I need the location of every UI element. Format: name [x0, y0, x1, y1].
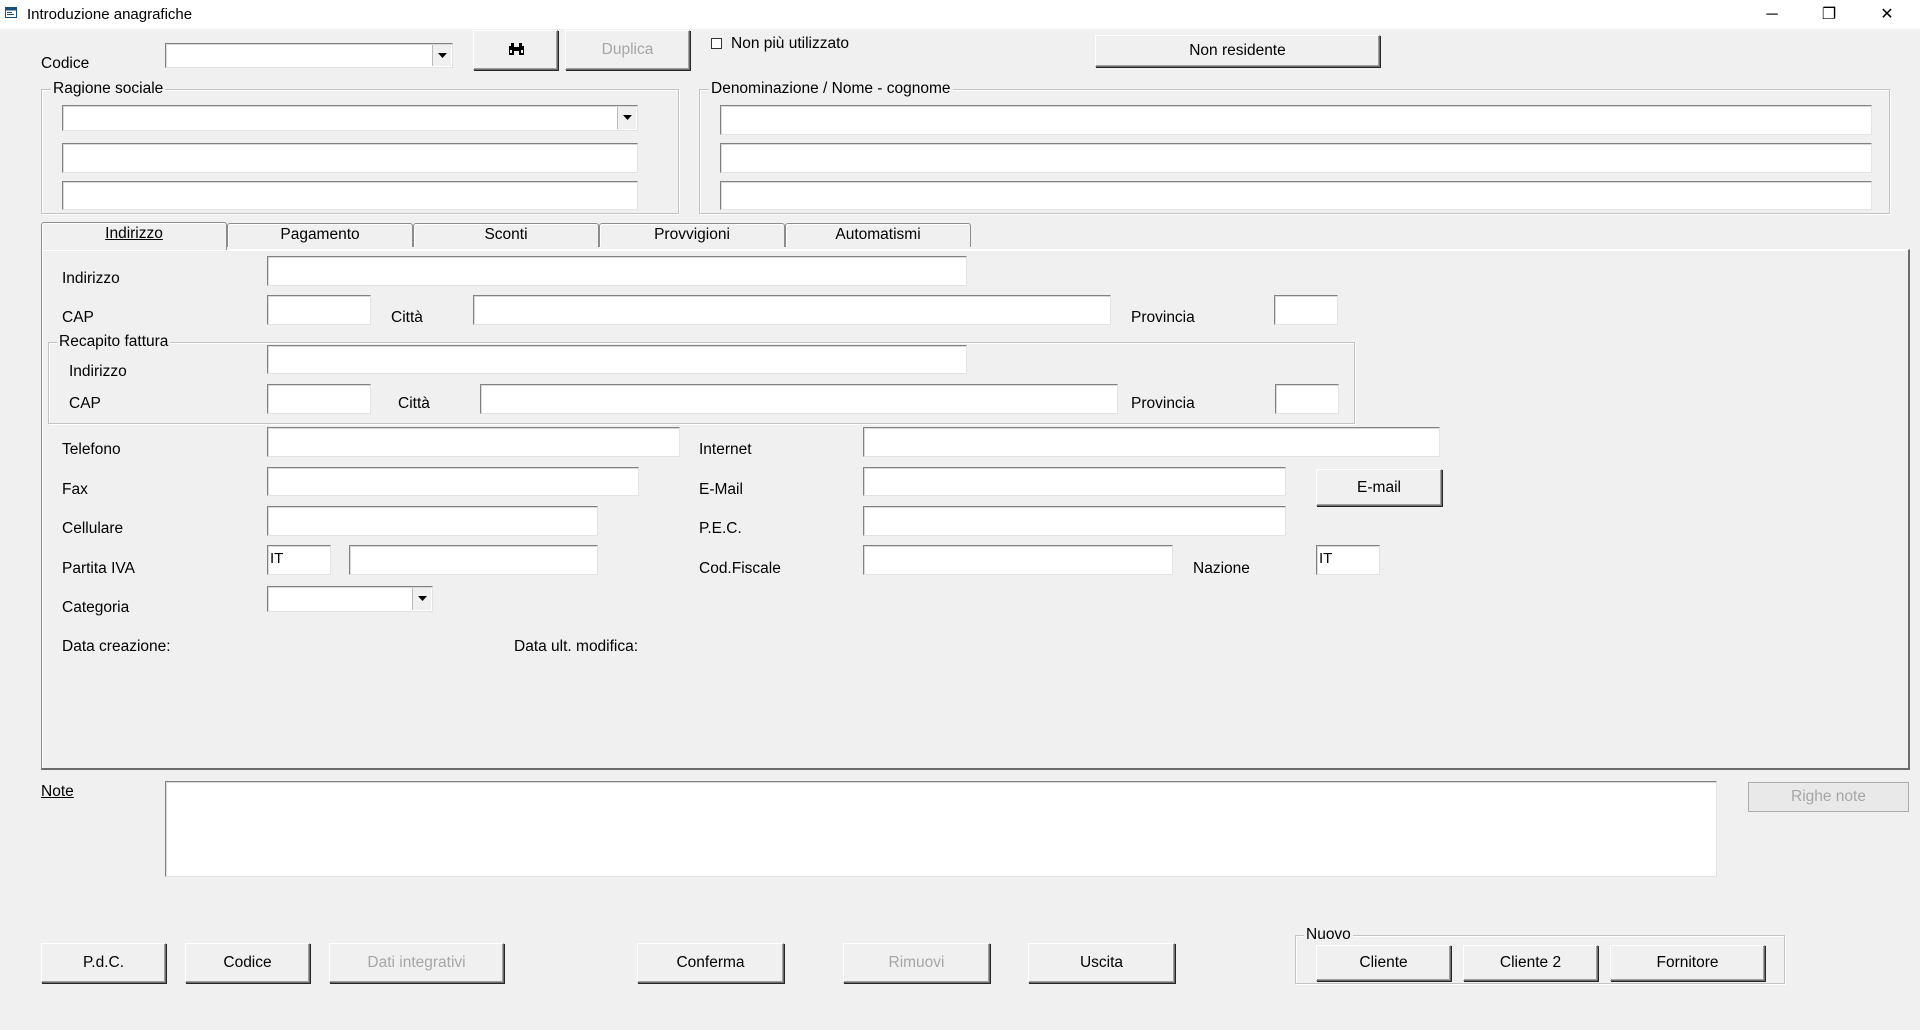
uscita-button[interactable]: Uscita: [1028, 943, 1175, 983]
note-label: Note: [41, 783, 74, 801]
chevron-down-icon: [438, 52, 447, 58]
restore-button[interactable]: ❐: [1801, 0, 1857, 29]
tab-indirizzo-label: Indirizzo: [105, 225, 163, 242]
codice-dropdown-button[interactable]: [432, 45, 451, 66]
denominazione-line3-input[interactable]: [720, 181, 1872, 210]
duplica-button[interactable]: Duplica: [565, 30, 690, 70]
minimize-icon: ─: [1766, 6, 1778, 23]
tab-sconti-label: Sconti: [484, 226, 528, 243]
note-label-text: Note: [41, 783, 74, 800]
internet-label: Internet: [699, 441, 752, 458]
pec-label: P.E.C.: [699, 520, 742, 537]
categoria-dropdown-button[interactable]: [412, 588, 431, 610]
partita-iva-input[interactable]: [349, 545, 598, 575]
close-icon: ✕: [1880, 6, 1894, 23]
codice-combo[interactable]: [165, 43, 453, 68]
ragione-sociale-line2-input[interactable]: [62, 143, 638, 173]
ragione-sociale-combo[interactable]: [62, 105, 638, 131]
categoria-label: Categoria: [62, 599, 130, 616]
denominazione-title: Denominazione / Nome - cognome: [709, 80, 953, 98]
codice-label: Codice: [41, 55, 90, 72]
email-label: E-Mail: [699, 481, 743, 498]
denominazione-line1-input[interactable]: [720, 105, 1872, 135]
nazione-input[interactable]: IT: [1316, 545, 1380, 575]
title-bar: Introduzione anagrafiche ─ ❐ ✕: [0, 0, 1920, 29]
tab-pagamento[interactable]: Pagamento: [227, 223, 413, 247]
provincia-label: Provincia: [1131, 309, 1195, 326]
tab-provvigioni[interactable]: Provvigioni: [599, 223, 785, 247]
fax-label: Fax: [62, 481, 88, 498]
rimuovi-button[interactable]: Rimuovi: [843, 943, 990, 983]
nazione-label: Nazione: [1193, 560, 1250, 577]
telefono-label: Telefono: [62, 441, 121, 458]
fax-input[interactable]: [267, 467, 639, 496]
recapito-cap-label: CAP: [69, 395, 101, 412]
righe-note-button[interactable]: Righe note: [1748, 782, 1909, 812]
categoria-combo[interactable]: [267, 586, 433, 612]
data-creazione-label: Data creazione:: [62, 638, 171, 655]
internet-input[interactable]: [863, 427, 1440, 457]
cod-fiscale-label: Cod.Fiscale: [699, 560, 781, 577]
codice-button[interactable]: Codice: [185, 943, 310, 983]
dati-integrativi-button[interactable]: Dati integrativi: [329, 943, 504, 983]
citta-label: Città: [391, 309, 423, 326]
email-input[interactable]: [863, 467, 1286, 496]
ragione-sociale-dropdown-button[interactable]: [617, 107, 636, 129]
cellulare-input[interactable]: [267, 506, 598, 536]
recapito-provincia-label: Provincia: [1131, 395, 1195, 412]
tab-sconti[interactable]: Sconti: [413, 223, 599, 247]
chevron-down-icon: [623, 115, 632, 120]
cellulare-label: Cellulare: [62, 520, 124, 537]
provincia-input[interactable]: [1274, 295, 1338, 325]
nuovo-cliente-button[interactable]: Cliente: [1316, 945, 1451, 981]
nuovo-fornitore-button[interactable]: Fornitore: [1610, 945, 1765, 981]
non-piu-utilizzato-label: Non più utilizzato: [731, 35, 850, 52]
tab-provvigioni-label: Provvigioni: [654, 226, 730, 243]
nuovo-cliente2-button[interactable]: Cliente 2: [1463, 945, 1598, 981]
recapito-indirizzo-input[interactable]: [267, 345, 967, 374]
non-piu-utilizzato-checkbox[interactable]: [711, 38, 722, 49]
denominazione-line2-input[interactable]: [720, 143, 1872, 173]
cap-input[interactable]: [267, 295, 371, 325]
cod-fiscale-input[interactable]: [863, 545, 1173, 575]
restore-icon: ❐: [1821, 6, 1837, 23]
recapito-indirizzo-label: Indirizzo: [69, 363, 127, 380]
minimize-button[interactable]: ─: [1744, 0, 1800, 29]
email-button[interactable]: E-mail: [1316, 469, 1442, 506]
data-ult-modifica-label: Data ult. modifica:: [514, 638, 639, 655]
recapito-citta-label: Città: [398, 395, 430, 412]
cap-label: CAP: [62, 309, 94, 326]
partita-iva-label: Partita IVA: [62, 560, 135, 577]
telefono-input[interactable]: [267, 427, 680, 457]
pdc-button[interactable]: P.d.C.: [41, 943, 166, 983]
close-button[interactable]: ✕: [1859, 0, 1915, 29]
binoculars-icon: [509, 43, 524, 55]
ragione-sociale-line3-input[interactable]: [62, 181, 638, 210]
tab-automatismi-label: Automatismi: [835, 226, 921, 243]
chevron-down-icon: [418, 596, 427, 601]
pec-input[interactable]: [863, 506, 1286, 536]
non-residente-button[interactable]: Non residente: [1095, 35, 1380, 67]
ragione-sociale-title: Ragione sociale: [51, 80, 166, 98]
tab-automatismi[interactable]: Automatismi: [785, 223, 971, 247]
form-window-icon: [5, 7, 17, 18]
search-button[interactable]: [473, 30, 558, 70]
nuovo-title: Nuovo: [1304, 926, 1353, 944]
recapito-cap-input[interactable]: [267, 384, 371, 414]
recapito-citta-input[interactable]: [480, 384, 1118, 414]
indirizzo-input[interactable]: [267, 256, 967, 286]
note-textarea[interactable]: [165, 781, 1717, 877]
recapito-fattura-title: Recapito fattura: [57, 333, 171, 351]
recapito-provincia-input[interactable]: [1275, 384, 1339, 414]
citta-input[interactable]: [473, 295, 1111, 325]
conferma-button[interactable]: Conferma: [637, 943, 784, 983]
tab-indirizzo[interactable]: Indirizzo: [41, 222, 227, 250]
indirizzo-label: Indirizzo: [62, 270, 120, 287]
window-title: Introduzione anagrafiche: [27, 6, 193, 23]
tab-pagamento-label: Pagamento: [280, 226, 360, 243]
partita-iva-prefix-input[interactable]: IT: [267, 545, 331, 575]
